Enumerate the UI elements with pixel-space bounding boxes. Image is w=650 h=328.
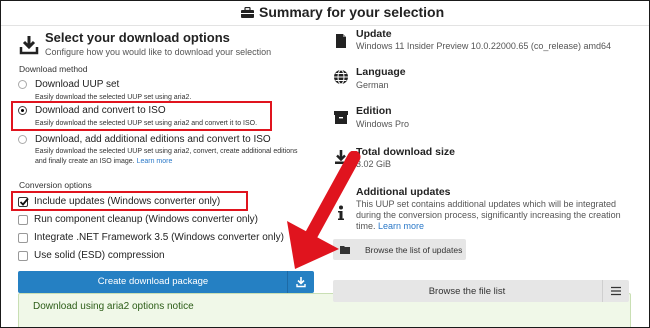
notice-title: Download using aria2 options notice xyxy=(33,301,194,312)
method-additional-editions[interactable]: Download, add additional editions and co… xyxy=(18,134,318,168)
highlight-box-updates xyxy=(11,191,248,211)
briefcase-icon xyxy=(241,7,254,18)
radio-additional-editions[interactable] xyxy=(18,135,27,144)
browse-updates-label: Browse the list of updates xyxy=(365,245,463,255)
additional-learn-more-link[interactable]: Learn more xyxy=(378,221,424,231)
file-icon xyxy=(336,34,346,48)
download-small-icon xyxy=(296,277,306,288)
update-value: Windows 11 Insider Preview 10.0.22000.65… xyxy=(356,41,611,51)
size-title: Total download size xyxy=(356,146,455,158)
folder-icon xyxy=(340,246,350,254)
size-value: 3.02 GiB xyxy=(356,159,392,169)
esd-label[interactable]: Use solid (ESD) compression xyxy=(34,250,165,261)
component-cleanup-checkbox[interactable] xyxy=(18,215,28,225)
additional-line2: during the conversion process, significa… xyxy=(356,210,621,220)
download-size-icon xyxy=(335,150,347,164)
edition-value: Windows Pro xyxy=(356,119,410,129)
method-title: Download UUP set xyxy=(35,79,120,90)
additional-updates-title: Additional updates xyxy=(356,186,451,198)
browse-files-label: Browse the file list xyxy=(428,286,506,297)
browse-updates-button[interactable]: Browse the list of updates xyxy=(333,239,466,260)
component-cleanup-label[interactable]: Run component cleanup (Windows converter… xyxy=(34,214,258,225)
method-desc-cont: and finally create an ISO image. Learn m… xyxy=(35,158,173,165)
radio-uup-set[interactable] xyxy=(18,80,27,89)
globe-icon xyxy=(334,69,348,85)
netfx-checkbox[interactable] xyxy=(18,233,28,243)
additional-line3: time. Learn more xyxy=(356,221,425,231)
summary-panel: Update Windows 11 Insider Preview 10.0.2… xyxy=(323,25,649,302)
options-title: Select your download options xyxy=(45,30,230,45)
download-icon xyxy=(19,36,39,55)
language-title: Language xyxy=(356,66,406,78)
method-title: Download, add additional editions and co… xyxy=(35,134,271,145)
create-button-label: Create download package xyxy=(97,276,209,287)
info-icon xyxy=(338,205,344,220)
app-frame: Summary for your selection Select your d… xyxy=(0,0,650,328)
esd-checkbox[interactable] xyxy=(18,251,28,261)
page-header: Summary for your selection xyxy=(1,1,649,26)
netfx-label[interactable]: Integrate .NET Framework 3.5 (Windows co… xyxy=(34,232,284,243)
learn-more-link[interactable]: Learn more xyxy=(137,158,173,165)
list-toggle-button[interactable] xyxy=(602,280,629,302)
page-title: Summary for your selection xyxy=(241,4,444,20)
browse-file-list-button[interactable]: Browse the file list xyxy=(333,280,629,302)
conversion-options-label: Conversion options xyxy=(19,180,92,190)
create-download-package-button[interactable]: Create download package xyxy=(18,271,314,293)
options-subtitle: Configure how you would like to download… xyxy=(45,47,272,57)
download-split-button[interactable] xyxy=(287,271,314,293)
highlight-box-method xyxy=(11,101,272,131)
language-value: German xyxy=(356,80,389,90)
download-options-panel: Select your download options Configure h… xyxy=(1,25,323,327)
archive-box-icon xyxy=(334,111,348,124)
download-method-label: Download method xyxy=(19,64,88,74)
list-icon xyxy=(611,286,621,296)
additional-line1: This UUP set contains additional updates… xyxy=(356,199,616,209)
update-title: Update xyxy=(356,28,392,40)
method-uup-set[interactable]: Download UUP set Easily download the sel… xyxy=(18,79,308,103)
edition-title: Edition xyxy=(356,105,392,117)
method-desc: Easily download the selected UUP set usi… xyxy=(35,148,298,155)
